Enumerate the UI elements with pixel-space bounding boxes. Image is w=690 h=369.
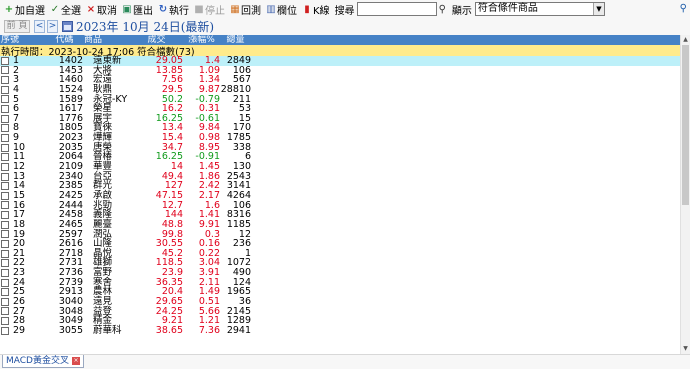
scroll-down-icon[interactable]: ▼ xyxy=(681,344,690,354)
candlestick-icon: ▮ xyxy=(304,3,310,15)
display-select[interactable]: 符合條件商品 ▼ xyxy=(474,2,605,16)
run-icon: ↻ xyxy=(158,3,168,15)
chevron-down-icon[interactable]: ▼ xyxy=(592,3,604,15)
stop-button[interactable]: ■ 停止 xyxy=(194,2,225,17)
stop-icon: ■ xyxy=(194,3,204,15)
row-checkbox[interactable] xyxy=(1,220,9,229)
row-checkbox[interactable] xyxy=(1,211,9,220)
row-checkbox[interactable] xyxy=(1,240,9,248)
export-label: 匯出 xyxy=(133,5,153,17)
row-checkbox[interactable] xyxy=(1,297,9,306)
tab-bar: MACD黃金交叉 × xyxy=(0,354,690,369)
row-checkbox[interactable] xyxy=(1,326,9,335)
backtest-button[interactable]: ▦ 回測 xyxy=(230,2,261,17)
row-checkbox[interactable] xyxy=(1,153,9,162)
search-label: 搜尋 xyxy=(334,5,355,17)
row-index: 5 xyxy=(0,94,46,105)
check-icon: ✓ xyxy=(50,3,60,15)
row-checkbox[interactable] xyxy=(1,259,9,268)
close-icon[interactable]: × xyxy=(71,357,80,365)
row-index: 1 xyxy=(0,56,46,66)
backtest-icon: ▦ xyxy=(230,3,240,15)
backtest-label: 回測 xyxy=(241,5,261,17)
row-checkbox[interactable] xyxy=(1,307,9,316)
table-body: 1 1402 遠東新 29.05 1.4 2849 2 1453 大將 13.85 1.09 106 3… xyxy=(0,56,680,336)
table-row[interactable]: 29 3055 蔚華科 38.65 7.36 2941 xyxy=(0,326,680,336)
row-checkbox[interactable] xyxy=(1,278,9,287)
prev-date-button[interactable]: < xyxy=(34,20,45,33)
toolbar: + 加自選 ✓ 全選 × 取消 ▣ 匯出 ↻ 執行 ■ 停止 ▦ 回測 ▥ 欄位 ▮ K線 搜尋 … xyxy=(0,0,690,18)
export-icon: ▣ xyxy=(122,3,132,15)
execute-button[interactable]: ↻ 執行 xyxy=(158,2,189,17)
date-text: 2023年 10月 24日(最新) xyxy=(76,20,215,34)
row-checkbox[interactable] xyxy=(1,133,9,142)
row-checkbox[interactable] xyxy=(1,191,9,200)
search-icon[interactable]: ⚲ xyxy=(439,4,446,15)
row-checkbox[interactable] xyxy=(1,76,9,85)
cancel-button[interactable]: × 取消 xyxy=(86,2,117,17)
row-checkbox[interactable] xyxy=(1,85,9,94)
select-all-label: 全選 xyxy=(61,5,81,17)
row-checkbox[interactable] xyxy=(1,162,9,171)
row-index: 4 xyxy=(0,85,46,95)
row-name: 蔚華科 xyxy=(93,324,122,336)
row-index: 29 xyxy=(0,326,46,336)
results-table: 序號 代碼 商品 成交 漲幅% 總量 執行時間：2023-10-24 17:06… xyxy=(0,35,680,354)
row-checkbox[interactable] xyxy=(1,230,9,239)
row-checkbox[interactable] xyxy=(1,249,9,258)
execute-label: 執行 xyxy=(169,5,189,17)
header-volume[interactable]: 總量 xyxy=(220,35,251,45)
columns-label: 欄位 xyxy=(277,5,297,17)
date-bar: 前 頁 < > 2023年 10月 24日(最新) xyxy=(0,18,690,35)
display-select-value: 符合條件商品 xyxy=(477,3,538,14)
cancel-label: 取消 xyxy=(97,5,117,17)
row-checkbox[interactable] xyxy=(1,66,9,75)
row-checkbox[interactable] xyxy=(1,201,9,210)
row-checkbox[interactable] xyxy=(1,105,9,114)
scroll-up-icon[interactable]: ▲ xyxy=(681,35,690,45)
row-index: 7 xyxy=(0,114,46,124)
row-checkbox[interactable] xyxy=(1,288,9,297)
zoom-icon[interactable]: ⚲ xyxy=(680,3,687,14)
row-checkbox[interactable] xyxy=(1,182,9,191)
calendar-icon[interactable] xyxy=(62,21,73,32)
close-icon: × xyxy=(86,3,96,15)
row-checkbox[interactable] xyxy=(1,124,9,133)
prev-page-button[interactable]: 前 頁 xyxy=(4,20,30,33)
row-checkbox[interactable] xyxy=(1,56,9,65)
next-date-button[interactable]: > xyxy=(47,20,58,33)
kline-button[interactable]: ▮ K線 xyxy=(302,2,330,17)
row-change: 7.36 xyxy=(198,324,220,336)
row-volume: 2941 xyxy=(226,324,251,336)
row-checkbox[interactable] xyxy=(1,317,9,326)
columns-button[interactable]: ▥ 欄位 xyxy=(266,2,297,17)
tab-macd[interactable]: MACD黃金交叉 × xyxy=(2,355,84,368)
columns-icon: ▥ xyxy=(266,3,276,15)
export-button[interactable]: ▣ 匯出 xyxy=(122,2,153,17)
plus-icon: + xyxy=(4,3,14,15)
row-price: 38.65 xyxy=(155,324,183,336)
stop-label: 停止 xyxy=(205,5,225,17)
row-checkbox[interactable] xyxy=(1,143,9,152)
row-checkbox[interactable] xyxy=(1,172,9,181)
row-code: 3055 xyxy=(58,324,83,336)
row-index: 6 xyxy=(0,104,46,114)
add-watch-label: 加自選 xyxy=(15,5,45,17)
vertical-scrollbar[interactable]: ▲ ▼ xyxy=(680,35,690,354)
kline-label: K線 xyxy=(313,5,330,17)
row-index: 3 xyxy=(0,75,46,85)
row-checkbox[interactable] xyxy=(1,114,9,123)
row-checkbox[interactable] xyxy=(1,95,9,104)
row-checkbox[interactable] xyxy=(1,268,9,277)
add-watch-button[interactable]: + 加自選 xyxy=(4,2,45,17)
display-label: 顯示 xyxy=(451,5,472,17)
tab-macd-label: MACD黃金交叉 xyxy=(6,356,69,366)
search-input[interactable] xyxy=(356,2,437,16)
row-index: 8 xyxy=(0,123,46,133)
row-index: 2 xyxy=(0,65,46,76)
select-all-button[interactable]: ✓ 全選 xyxy=(50,2,81,17)
row-index-text: 29 xyxy=(13,324,26,336)
scroll-thumb[interactable] xyxy=(682,45,689,205)
